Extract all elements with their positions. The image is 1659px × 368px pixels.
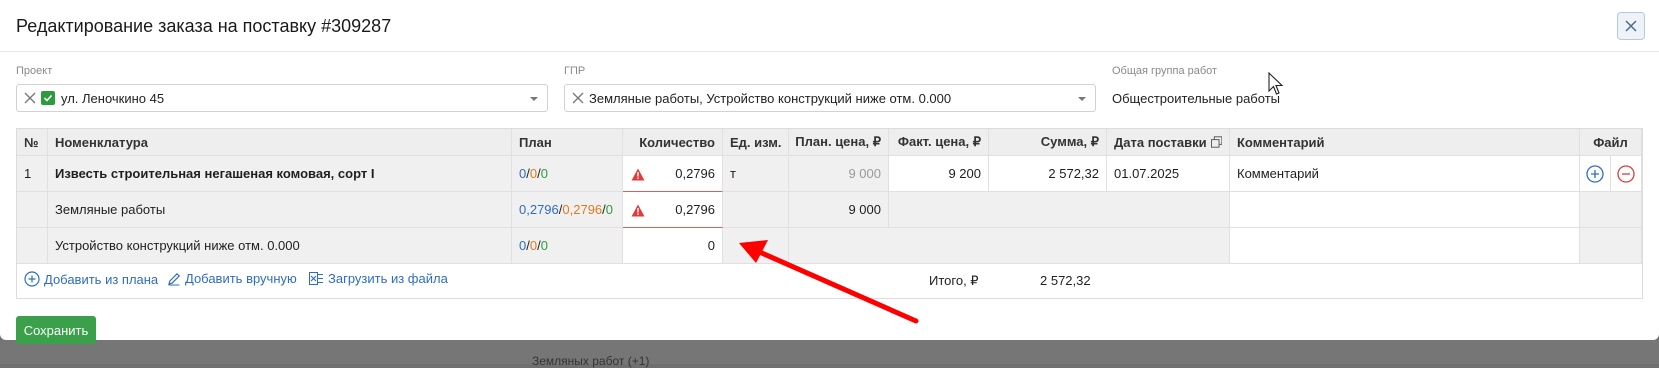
sub-item-name: Устройство конструкций ниже отм. 0.000 [48, 228, 512, 264]
total-label: Итого, ₽ [929, 273, 979, 288]
comment-input[interactable] [1230, 192, 1580, 228]
header-num: № [17, 129, 48, 156]
add-manual-link[interactable]: Добавить вручную [167, 271, 297, 286]
sub-row-empty [889, 192, 1230, 228]
plan-values: 0,2796/0,2796/0 [512, 192, 623, 228]
plus-circle-icon [24, 271, 40, 287]
remove-row-button[interactable] [1611, 156, 1642, 192]
header-sum: Сумма, ₽ [989, 129, 1107, 156]
total-value: 2 572,32 [1040, 273, 1091, 288]
project-label: Проект [16, 65, 53, 77]
modal-header: Редактирование заказа на поставку #30928… [0, 0, 1659, 52]
plan-value-orange: 0 [529, 238, 538, 253]
header-file: Файл [1580, 129, 1642, 156]
save-button[interactable]: Сохранить [16, 316, 96, 344]
plan-value-green: 0 [540, 166, 548, 181]
excel-file-icon [309, 272, 323, 285]
plan-value-blue: 0,2796 [519, 202, 559, 217]
plan-value-blue: 0 [519, 238, 527, 253]
unit-value: т [723, 156, 789, 192]
warning-icon [631, 168, 645, 181]
edit-order-modal: Редактирование заказа на поставку #30928… [0, 0, 1659, 344]
sub-row-empty [789, 228, 1230, 264]
add-manual-label: Добавить вручную [185, 271, 297, 286]
minus-circle-icon [1617, 164, 1635, 183]
clear-project-icon[interactable] [23, 91, 37, 105]
plan-price-value: 9 000 [789, 156, 889, 192]
modal-title: Редактирование заказа на поставку #30928… [16, 16, 392, 36]
unit-empty [723, 192, 789, 228]
project-value: ул. Леночкино 45 [61, 90, 165, 106]
project-select[interactable]: ул. Леночкино 45 [16, 84, 548, 112]
file-empty [1580, 192, 1642, 228]
plan-value-green: 0 [540, 238, 548, 253]
header-comment: Комментарий [1230, 129, 1580, 156]
plan-values: 0/0/0 [512, 156, 623, 192]
chevron-down-icon [530, 97, 538, 101]
work-group-label: Общая группа работ [1112, 65, 1218, 77]
plan-value-orange: 0 [529, 166, 538, 181]
add-from-plan-label: Добавить из плана [44, 271, 159, 287]
row-num-empty [17, 228, 48, 264]
plan-value-orange: 0,2796 [562, 202, 603, 217]
plus-circle-icon [1586, 164, 1604, 183]
file-empty [1580, 228, 1642, 264]
add-file-button[interactable] [1580, 156, 1611, 192]
checkbox-icon [41, 91, 55, 105]
header-delivery-date-label: Дата поставки [1114, 134, 1207, 150]
quantity-value: 0,2796 [675, 166, 715, 181]
mouse-pointer-icon [1268, 72, 1284, 95]
unit-empty [723, 228, 789, 264]
close-button[interactable] [1617, 12, 1645, 40]
quantity-input[interactable]: 0,2796 [623, 156, 723, 192]
backdrop-text: Земляных работ (+1) [532, 354, 650, 368]
header-quantity: Количество [623, 129, 723, 156]
gpr-select[interactable]: Земляные работы, Устройство конструкций … [564, 84, 1096, 112]
header-unit: Ед. изм. [723, 129, 789, 156]
quantity-input[interactable]: 0 [623, 228, 723, 264]
plan-price-value: 9 000 [789, 192, 889, 228]
plan-value-blue: 0 [519, 166, 527, 181]
fact-price-input[interactable]: 9 200 [889, 156, 989, 192]
pencil-icon [168, 272, 181, 285]
comment-input[interactable] [1230, 228, 1580, 264]
clear-gpr-icon[interactable] [571, 91, 585, 105]
chevron-down-icon [1078, 97, 1086, 101]
row-num: 1 [17, 156, 48, 192]
close-icon [1625, 20, 1637, 32]
plan-value-green: 0 [605, 202, 614, 217]
gpr-value: Земляные работы, Устройство конструкций … [589, 90, 952, 106]
quantity-value: 0,2796 [675, 202, 715, 217]
sum-value: 2 572,32 [989, 156, 1107, 192]
delivery-date-input[interactable]: 01.07.2025 [1107, 156, 1230, 192]
warning-icon [631, 204, 645, 217]
comment-input[interactable]: Комментарий [1230, 156, 1580, 192]
upload-file-link[interactable]: Загрузить из файла [309, 271, 448, 286]
sub-item-name: Земляные работы [48, 192, 512, 228]
add-from-plan-link[interactable]: Добавить из плана [24, 271, 158, 287]
row-num-empty [17, 192, 48, 228]
item-name: Известь строительная негашеная комовая, … [48, 156, 512, 192]
plan-values: 0/0/0 [512, 228, 623, 264]
header-plan-price: План. цена, ₽ [789, 129, 889, 156]
page-backdrop [0, 340, 1659, 364]
copy-icon[interactable] [1210, 136, 1222, 148]
quantity-input[interactable]: 0,2796 [623, 192, 723, 228]
upload-file-label: Загрузить из файла [328, 271, 448, 286]
work-group-value: Общестроительные работы [1112, 91, 1280, 106]
gpr-label: ГПР [564, 65, 586, 77]
header-fact-price: Факт. цена, ₽ [889, 129, 989, 156]
header-plan: План [512, 129, 623, 156]
header-nomenclature: Номенклатура [48, 129, 512, 156]
header-delivery-date: Дата поставки [1107, 129, 1230, 156]
